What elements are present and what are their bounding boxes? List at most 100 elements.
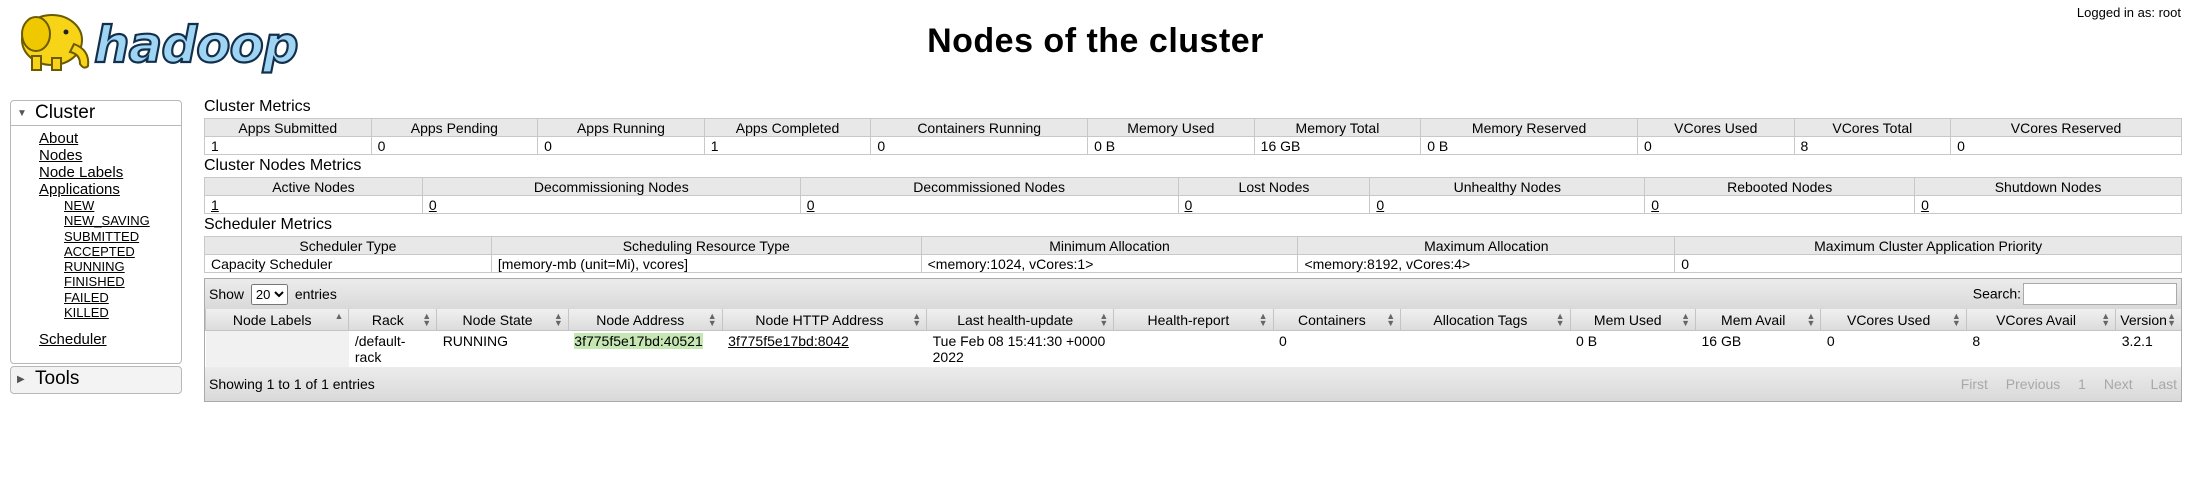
nodes-metric-link[interactable]: 0 bbox=[1177, 195, 1370, 214]
nav-tools-header[interactable]: ▶ Tools bbox=[11, 367, 181, 391]
nodes-metric-link[interactable]: 0 bbox=[1369, 195, 1645, 214]
metric-header: VCores Reserved bbox=[1950, 118, 2182, 137]
scheduler-metric-header: Maximum Cluster Application Priority bbox=[1674, 236, 2182, 255]
nodes-metric-link[interactable]: 0 bbox=[1914, 195, 2182, 214]
column-header-mem-used[interactable]: Mem Used ▲ ▼ bbox=[1569, 309, 1696, 331]
column-header-node-http-address[interactable]: Node HTTP Address ▲ ▼ bbox=[721, 309, 927, 331]
app-state-links: NEW NEW_SAVING SUBMITTED ACCEPTED RUNNIN… bbox=[39, 198, 181, 320]
column-header-label: Node HTTP Address bbox=[755, 311, 884, 328]
column-header-node-address[interactable]: Node Address ▲ ▼ bbox=[567, 309, 723, 331]
nav-link-running[interactable]: RUNNING bbox=[64, 259, 181, 274]
cell-node-address: 3f775f5e17bd:40521 bbox=[568, 331, 722, 368]
nav-link-scheduler[interactable]: Scheduler bbox=[39, 331, 181, 348]
nav-link-killed[interactable]: KILLED bbox=[64, 305, 181, 320]
triangle-right-icon: ▶ bbox=[17, 373, 25, 385]
cell-mem-used: 0 B bbox=[1576, 333, 1598, 349]
nodes-metric-link[interactable]: 0 bbox=[799, 195, 1178, 214]
scheduler-metric-value: [memory-mb (unit=Mi), vcores] bbox=[490, 254, 922, 273]
nodes-metric-header: Rebooted Nodes bbox=[1644, 177, 1916, 196]
decommissioning-nodes-link[interactable]: 0 bbox=[429, 197, 437, 213]
column-header-containers[interactable]: Containers ▲ ▼ bbox=[1272, 309, 1401, 331]
column-header-last-health-update[interactable]: Last health-update ▲ ▼ bbox=[926, 309, 1114, 331]
scheduler-metric-header: Minimum Allocation bbox=[920, 236, 1299, 255]
nodes-metric-header: Decommissioned Nodes bbox=[799, 177, 1179, 196]
nodes-metric-link[interactable]: 0 bbox=[421, 195, 801, 214]
nodes-metrics-title: Cluster Nodes Metrics bbox=[204, 157, 362, 174]
cell-containers: 0 bbox=[1279, 333, 1287, 349]
nav-link-applications[interactable]: Applications bbox=[39, 181, 181, 198]
column-header-health-report[interactable]: Health-report ▲ ▼ bbox=[1113, 309, 1274, 331]
show-label: Show bbox=[209, 285, 245, 302]
sort-icon: ▲ ▼ bbox=[1386, 311, 1396, 328]
nav-cluster-header[interactable]: ▼ Cluster bbox=[11, 101, 181, 126]
metric-value: 16 GB bbox=[1253, 136, 1421, 155]
lost-nodes-link[interactable]: 0 bbox=[1185, 197, 1193, 213]
nav-link-new[interactable]: NEW bbox=[64, 198, 181, 213]
metric-value: 0 bbox=[1637, 136, 1795, 155]
cell-mem-avail: 16 GB bbox=[1701, 333, 1742, 349]
rebooted-nodes-link[interactable]: 0 bbox=[1651, 197, 1659, 213]
page-size-select[interactable]: 20 bbox=[250, 283, 288, 305]
nodes-metrics-table: Active Nodes Decommissioning Nodes Decom… bbox=[204, 177, 2182, 214]
column-header-label: VCores Avail bbox=[1996, 311, 2076, 328]
column-header-node-labels[interactable]: Node Labels ▲ bbox=[204, 309, 349, 331]
column-header-vcores-used[interactable]: VCores Used ▲ ▼ bbox=[1820, 309, 1967, 331]
search-input[interactable] bbox=[2023, 283, 2177, 305]
nodes-metric-header: Unhealthy Nodes bbox=[1369, 177, 1646, 196]
nav-tools-section: ▶ Tools bbox=[10, 366, 182, 394]
column-header-node-state[interactable]: Node State ▲ ▼ bbox=[436, 309, 569, 331]
triangle-down-icon: ▼ bbox=[17, 107, 27, 119]
nav-link-finished[interactable]: FINISHED bbox=[64, 274, 181, 289]
cell-vcores-avail: 8 bbox=[1972, 333, 1981, 349]
nav-link-about[interactable]: About bbox=[39, 130, 181, 147]
column-header-label: Mem Used bbox=[1593, 311, 1662, 328]
nodes-metric-link[interactable]: 0 bbox=[1644, 195, 1915, 214]
sort-icon: ▲ ▼ bbox=[707, 311, 717, 328]
column-header-rack[interactable]: Rack ▲ ▼ bbox=[348, 309, 437, 331]
nav-link-accepted[interactable]: ACCEPTED bbox=[64, 244, 181, 259]
unhealthy-nodes-link[interactable]: 0 bbox=[1376, 197, 1384, 213]
sort-icon: ▲ ▼ bbox=[2167, 311, 2176, 328]
metric-header: Containers Running bbox=[870, 118, 1089, 137]
column-header-label: Containers bbox=[1298, 311, 1366, 328]
table-info: Showing 1 to 1 of 1 entries bbox=[209, 376, 375, 392]
cell-node-labels bbox=[205, 330, 349, 367]
table-top-bar: Show 20 entries Search: bbox=[205, 279, 2181, 309]
pager-page-1-button[interactable]: 1 bbox=[2078, 376, 2086, 392]
column-header-label: Allocation Tags bbox=[1433, 311, 1528, 328]
column-header-mem-avail[interactable]: Mem Avail ▲ ▼ bbox=[1694, 309, 1821, 331]
pager-next-button[interactable]: Next bbox=[2104, 376, 2133, 392]
nodes-metric-header: Shutdown Nodes bbox=[1914, 177, 2182, 196]
cell-allocation-tags bbox=[1401, 331, 1570, 368]
scheduler-metric-value: 0 bbox=[1674, 254, 2182, 273]
nav-link-submitted[interactable]: SUBMITTED bbox=[64, 229, 181, 244]
pager-previous-button[interactable]: Previous bbox=[2006, 376, 2060, 392]
sort-icon: ▲ ▼ bbox=[1951, 311, 1961, 328]
nav-link-failed[interactable]: FAILED bbox=[64, 290, 181, 305]
column-header-allocation-tags[interactable]: Allocation Tags ▲ ▼ bbox=[1400, 309, 1571, 331]
active-nodes-link[interactable]: 1 bbox=[211, 197, 219, 213]
cluster-metrics-table: Apps Submitted Apps Pending Apps Running… bbox=[204, 118, 2182, 155]
scheduler-metrics-header-row: Scheduler Type Scheduling Resource Type … bbox=[204, 236, 2182, 255]
decommissioned-nodes-link[interactable]: 0 bbox=[807, 197, 815, 213]
column-header-version[interactable]: Version ▲ ▼ bbox=[2115, 309, 2181, 331]
shutdown-nodes-link[interactable]: 0 bbox=[1921, 197, 1929, 213]
scheduler-metric-header: Maximum Allocation bbox=[1297, 236, 1676, 255]
pager-first-button[interactable]: First bbox=[1961, 376, 1988, 392]
login-info: Logged in as: root bbox=[2076, 5, 2181, 20]
cluster-metrics-header-row: Apps Submitted Apps Pending Apps Running… bbox=[204, 118, 2182, 137]
sort-icon: ▲ ▼ bbox=[912, 311, 922, 328]
nav-link-new-saving[interactable]: NEW_SAVING bbox=[64, 213, 181, 228]
nodes-metrics-value-row: 1 0 0 0 0 0 0 bbox=[204, 195, 2182, 214]
metric-value: 0 bbox=[1950, 136, 2182, 155]
metric-header: Apps Pending bbox=[370, 118, 539, 137]
nav-link-nodes[interactable]: Nodes bbox=[39, 147, 181, 164]
nodes-metric-link[interactable]: 1 bbox=[204, 195, 423, 214]
pager-last-button[interactable]: Last bbox=[2151, 376, 2177, 392]
nav-link-node-labels[interactable]: Node Labels bbox=[39, 164, 181, 181]
node-http-address-link[interactable]: 3f775f5e17bd:8042 bbox=[728, 333, 849, 349]
scheduler-metric-header: Scheduling Resource Type bbox=[490, 236, 922, 255]
column-header-vcores-avail[interactable]: VCores Avail ▲ ▼ bbox=[1965, 309, 2116, 331]
cell-node-state: RUNNING bbox=[442, 333, 509, 349]
nav-cluster-section: ▼ Cluster About Nodes Node Labels Applic… bbox=[10, 100, 182, 364]
